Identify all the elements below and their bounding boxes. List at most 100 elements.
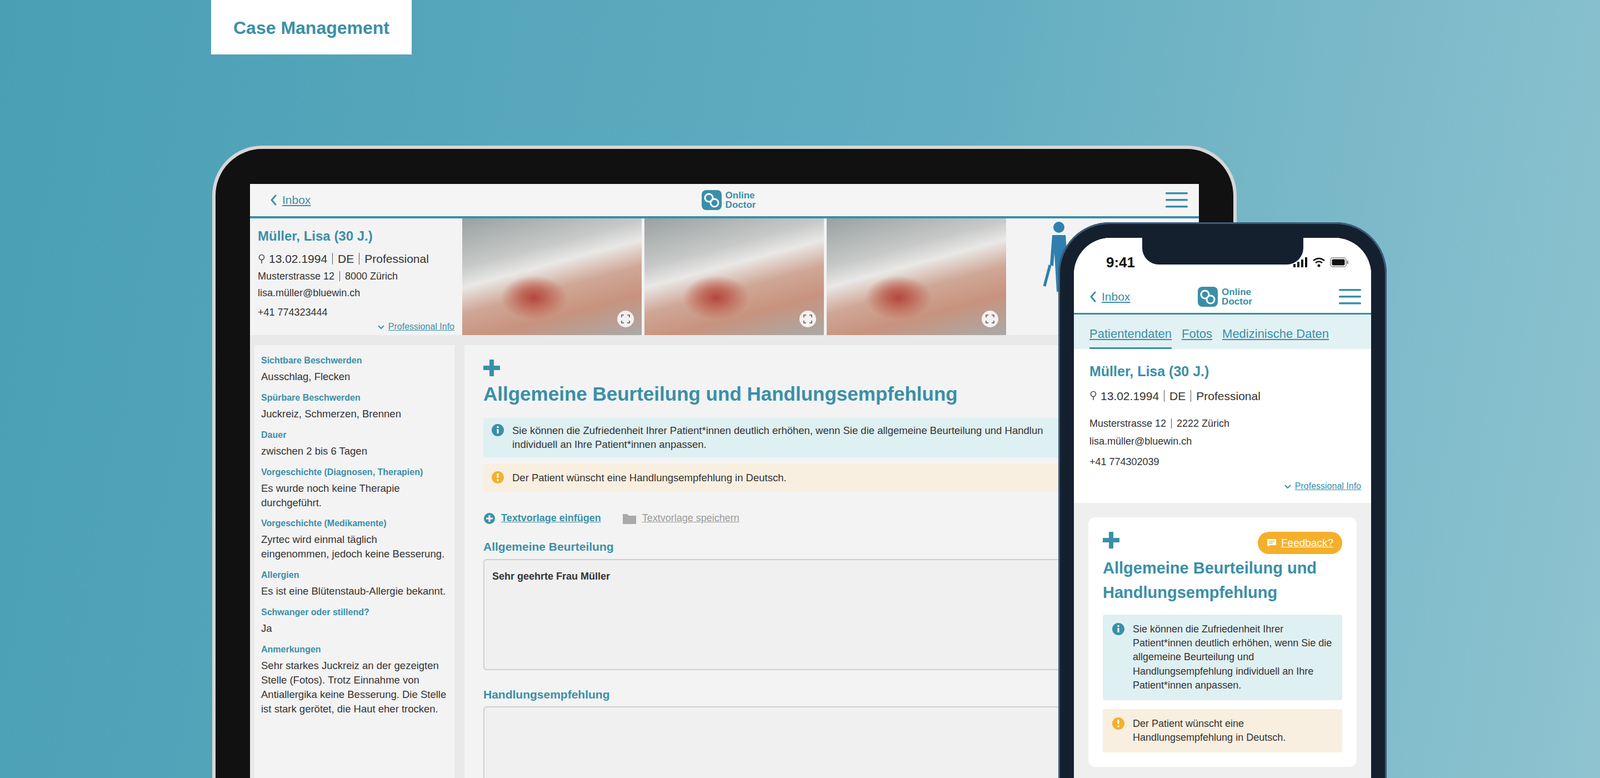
case-body: Sichtbare BeschwerdenAusschlag, FleckenS…: [250, 335, 1199, 778]
notch: [1142, 237, 1304, 265]
expand-button[interactable]: [981, 310, 999, 328]
logo: OnlineDoctor: [1197, 286, 1253, 308]
detail-value: Es wurde noch keine Therapie durchgeführ…: [261, 481, 448, 510]
back-chevron-icon: [1088, 290, 1098, 303]
patient-name: Müller, Lisa (30 J.): [1089, 361, 1362, 383]
chevron-down-icon: [1283, 482, 1292, 490]
add-icon: [1102, 531, 1120, 549]
patient-meta-item: DE: [332, 252, 359, 265]
phone: +41 774323444: [257, 305, 455, 320]
case-photo[interactable]: [462, 218, 642, 335]
card-header: Feedback?: [1102, 531, 1343, 555]
professional-info-toggle[interactable]: Professional Info: [1089, 479, 1362, 493]
warning-icon: [491, 470, 505, 484]
template-action-label: Textvorlage einfügen: [501, 510, 602, 526]
template-action: Textvorlage speichern: [622, 510, 740, 526]
menu-button[interactable]: [1165, 191, 1188, 209]
logo-text: OnlineDoctor: [1221, 287, 1253, 307]
top-bar: InboxOnlineDoctor: [250, 183, 1199, 219]
section-label: Case Management: [211, 0, 412, 55]
patient-meta-item: DE: [1163, 390, 1191, 402]
tab[interactable]: Patientendaten: [1089, 324, 1172, 349]
email: lisa.müller@bluewin.ch: [257, 285, 455, 301]
detail-item: Vorgeschichte (Diagnosen, Therapien)Es w…: [261, 465, 448, 510]
status-icons: [1293, 257, 1349, 268]
detail-item: AllergienEs ist eine Blütenstaub-Allergi…: [261, 568, 448, 599]
chat-icon: [1266, 538, 1277, 548]
info-text: Sie können die Zufriedenheit Ihrer Patie…: [512, 423, 1068, 453]
tab[interactable]: Fotos: [1181, 324, 1213, 349]
chevron-down-icon: [377, 323, 385, 330]
detail-label: Allergien: [261, 568, 448, 582]
detail-item: Dauerzwischen 2 bis 6 Tagen: [261, 428, 448, 459]
patient-meta-item: Professional: [1190, 390, 1266, 402]
logo-icon: [701, 189, 723, 211]
back-link[interactable]: Inbox: [268, 191, 702, 209]
patient-meta: 13.02.1994DEProfessional: [1089, 390, 1362, 402]
menu-button[interactable]: [1338, 287, 1362, 306]
person-pin-icon: [1089, 390, 1098, 401]
detail-item: Spürbare BeschwerdenJuckreiz, Schmerzen,…: [261, 391, 448, 422]
patient-meta-item: 13.02.1994: [265, 252, 333, 265]
professional-info-toggle[interactable]: Professional Info: [257, 320, 455, 334]
back-label: Inbox: [282, 191, 311, 209]
warning-box: Der Patient wünscht eine Handlungsempfeh…: [1102, 708, 1343, 753]
street: Musterstrasse 12: [1089, 418, 1172, 429]
wifi-icon: [1312, 257, 1326, 268]
detail-item: Schwanger oder stillend?Ja: [261, 605, 448, 636]
back-chevron-icon: [268, 193, 278, 207]
warning-text: Der Patient wünscht eine Handlungsempfeh…: [1132, 716, 1334, 745]
info-icon: [1111, 622, 1125, 636]
detail-value: Es ist eine Blütenstaub-Allergie bekannt…: [261, 583, 448, 599]
street: Musterstrasse 12: [257, 271, 340, 282]
professional-info-label: Professional Info: [1295, 479, 1362, 493]
expand-button[interactable]: [799, 310, 817, 328]
detail-label: Anmerkungen: [261, 642, 448, 657]
expand-button[interactable]: [617, 310, 634, 328]
phone-device: 9:41InboxOnlineDoctorPatientendatenFotos…: [1058, 222, 1387, 778]
patient-address: Musterstrasse 122222 Zürich: [1089, 418, 1362, 429]
detail-value: Zyrtec wird einmal täglich eingenommen, …: [261, 532, 448, 562]
detail-label: Spürbare Beschwerden: [261, 391, 448, 405]
info-icon: [491, 423, 505, 437]
phone: +41 774302039: [1089, 454, 1362, 470]
detail-item: Vorgeschichte (Medikamente)Zyrtec wird e…: [261, 516, 448, 562]
person-pin-icon: [257, 253, 266, 264]
detail-label: Dauer: [261, 428, 448, 442]
patient-info: Müller, Lisa (30 J.)13.02.1994DEProfessi…: [250, 218, 463, 335]
patient-info: Müller, Lisa (30 J.) 13.02.1994DEProfessi…: [1073, 348, 1372, 503]
email: lisa.müller@bluewin.ch: [1089, 433, 1362, 449]
logo-word: Online: [1221, 287, 1253, 297]
city: 2222 Zürich: [1171, 418, 1235, 429]
city: 8000 Zürich: [339, 271, 403, 282]
detail-value: zwischen 2 bis 6 Tagen: [261, 443, 448, 459]
patient-meta-item: Professional: [358, 252, 434, 265]
add-circle-icon: [483, 512, 496, 525]
form-title: Allgemeine Beurteilung und Handlungsempf…: [1102, 556, 1343, 605]
detail-item: AnmerkungenSehr starkes Juckreiz an der …: [261, 642, 448, 717]
logo-word: Online: [725, 190, 757, 200]
menu-icon: [1165, 191, 1188, 209]
feedback-button[interactable]: Feedback?: [1257, 531, 1343, 555]
tab-bar: Patientendaten Fotos Medizinische Daten: [1073, 314, 1372, 349]
feedback-label: Feedback?: [1281, 535, 1334, 552]
expand-icon: [985, 314, 995, 324]
detail-value: Juckreiz, Schmerzen, Brennen: [261, 406, 448, 422]
patient-details: Sichtbare BeschwerdenAusschlag, FleckenS…: [254, 345, 455, 778]
template-action-label: Textvorlage speichern: [642, 510, 740, 526]
add-icon: [483, 359, 500, 377]
menu-icon: [1338, 287, 1362, 306]
detail-label: Schwanger oder stillend?: [261, 605, 448, 619]
back-link[interactable]: Inbox: [1088, 287, 1198, 306]
logo-word: Doctor: [1221, 296, 1253, 307]
case-photo[interactable]: [644, 218, 824, 335]
template-action[interactable]: Textvorlage einfügen: [483, 510, 602, 526]
professional-info-label: Professional Info: [388, 320, 455, 334]
logo-icon: [1197, 286, 1219, 308]
tab[interactable]: Medizinische Daten: [1222, 324, 1329, 349]
case-header: Müller, Lisa (30 J.)13.02.1994DEProfessi…: [250, 218, 1199, 335]
expand-icon: [803, 314, 813, 324]
warning-text: Der Patient wünscht eine Handlungsempfeh…: [512, 470, 787, 485]
patient-address: Musterstrasse 128000 Zürich: [257, 271, 455, 282]
case-photo[interactable]: [826, 218, 1007, 335]
